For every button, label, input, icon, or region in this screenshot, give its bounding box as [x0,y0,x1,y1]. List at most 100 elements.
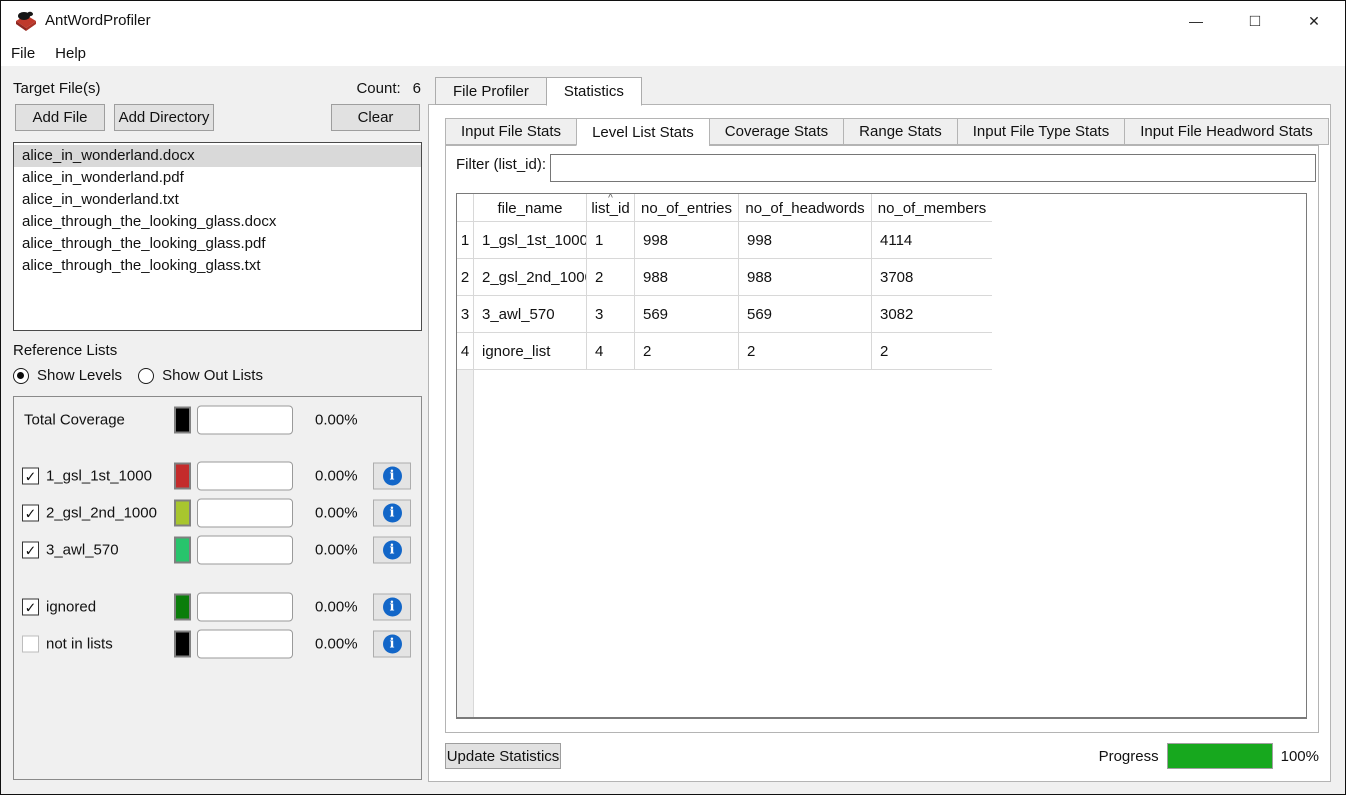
coverage-bar-field [197,499,293,528]
minimize-button[interactable]: — [1173,1,1219,41]
color-swatch[interactable] [174,500,191,527]
cell-file-name: ignore_list [474,333,587,370]
reference-lists-label: Reference Lists [13,342,117,359]
coverage-percent: 0.00% [315,412,358,429]
maximize-button[interactable]: □ [1232,1,1278,41]
cell-file-name: 3_awl_570 [474,296,587,333]
window-controls: — □ ✕ [1173,1,1337,41]
coverage-bar-field [197,593,293,622]
checkbox[interactable]: ✓ [22,542,39,559]
reference-list-label: not in lists [46,636,113,653]
row-number: 1 [457,222,474,259]
coverage-percent: 0.00% [315,636,358,653]
coverage-percent: 0.00% [315,599,358,616]
progress-label: Progress [1099,748,1159,765]
info-button[interactable]: i [373,631,411,658]
color-swatch[interactable] [174,631,191,658]
tab-statistics[interactable]: Statistics [546,77,642,106]
reference-list-label: ignored [46,599,96,616]
reference-lists-mode: Show Levels Show Out Lists [13,367,263,384]
count-label: Count: [356,80,400,97]
corner-cell [457,194,474,222]
check-icon: ✓ [25,543,37,557]
progress-percent: 100% [1281,748,1319,765]
subtab-level-list-stats[interactable]: Level List Stats [576,118,709,146]
add-directory-button[interactable]: Add Directory [114,104,214,131]
reference-list-label: 3_awl_570 [46,542,119,559]
column-header-no-of-members[interactable]: no_of_members [872,194,992,222]
menu-help[interactable]: Help [45,41,96,66]
table-row[interactable]: 1 1_gsl_1st_1000 1 998 998 4114 [457,222,1306,259]
column-header-no-of-entries[interactable]: no_of_entries [635,194,739,222]
stats-subtab-bar: Input File Stats Level List Stats Covera… [445,118,1329,146]
add-file-button[interactable]: Add File [15,104,105,131]
file-list-item[interactable]: alice_in_wonderland.pdf [14,167,421,189]
cell-no-of-entries: 2 [635,333,739,370]
subtab-input-file-headword-stats[interactable]: Input File Headword Stats [1124,118,1329,145]
update-statistics-button[interactable]: Update Statistics [445,743,561,769]
reference-list-row: ✓ 1_gsl_1st_1000 0.00% i [14,461,421,491]
coverage-percent: 0.00% [315,542,358,559]
radio-button-icon [138,368,154,384]
table-row[interactable]: 3 3_awl_570 3 569 569 3082 [457,296,1306,333]
file-list-item[interactable]: alice_through_the_looking_glass.docx [14,211,421,233]
file-list-item[interactable]: alice_through_the_looking_glass.pdf [14,233,421,255]
filter-input[interactable] [550,154,1316,182]
tab-file-profiler[interactable]: File Profiler [435,77,546,105]
subtab-coverage-stats[interactable]: Coverage Stats [709,118,843,145]
subtab-range-stats[interactable]: Range Stats [843,118,957,145]
menu-file[interactable]: File [1,41,45,66]
coverage-bar-field [197,462,293,491]
coverage-panel: Total Coverage 0.00% ✓ 1_gsl_1st_1000 0.… [13,396,422,780]
info-button[interactable]: i [373,463,411,490]
reference-list-label: 2_gsl_2nd_1000 [46,505,157,522]
progress-fill [1168,744,1272,768]
radio-show-out-lists[interactable]: Show Out Lists [138,367,263,384]
target-file-list[interactable]: alice_in_wonderland.docx alice_in_wonder… [13,142,422,331]
close-button[interactable]: ✕ [1291,1,1337,41]
checkbox[interactable]: ✓ [22,505,39,522]
color-swatch [174,407,191,434]
radio-show-out-lists-label: Show Out Lists [162,367,263,384]
info-icon: i [383,467,402,486]
cell-list-id: 1 [587,222,635,259]
info-button[interactable]: i [373,500,411,527]
target-files-header: Target File(s) Count: 6 [13,80,421,97]
column-header-no-of-headwords[interactable]: no_of_headwords [739,194,872,222]
file-list-item[interactable]: alice_through_the_looking_glass.txt [14,255,421,277]
cell-no-of-members: 3708 [872,259,992,296]
checkbox[interactable]: ✓ [22,636,39,653]
level-list-table[interactable]: file_name ^ list_id no_of_entries no_of_… [456,193,1307,719]
color-swatch[interactable] [174,594,191,621]
table-row[interactable]: 4 ignore_list 4 2 2 2 [457,333,1306,370]
coverage-bar-field [197,406,293,435]
clear-button[interactable]: Clear [331,104,420,131]
cell-file-name: 2_gsl_2nd_1000 [474,259,587,296]
checkbox[interactable]: ✓ [22,599,39,616]
info-button[interactable]: i [373,537,411,564]
coverage-percent: 0.00% [315,468,358,485]
radio-show-levels[interactable]: Show Levels [13,367,122,384]
table-row[interactable]: 2 2_gsl_2nd_1000 2 988 988 3708 [457,259,1306,296]
cell-no-of-members: 2 [872,333,992,370]
checkbox[interactable]: ✓ [22,468,39,485]
file-list-item[interactable]: alice_in_wonderland.docx [14,145,421,167]
reference-list-row: ✓ 2_gsl_2nd_1000 0.00% i [14,498,421,528]
level-list-stats-page: Filter (list_id): file_name ^ list_id no… [445,145,1319,733]
subtab-input-file-stats[interactable]: Input File Stats [445,118,576,145]
check-icon: ✓ [25,469,37,483]
total-coverage-label: Total Coverage [24,412,125,429]
cell-no-of-members: 4114 [872,222,992,259]
minimize-icon: — [1189,13,1203,29]
column-header-list-id[interactable]: ^ list_id [587,194,635,222]
column-header-file-name[interactable]: file_name [474,194,587,222]
color-swatch[interactable] [174,537,191,564]
cell-no-of-members: 3082 [872,296,992,333]
radio-show-levels-label: Show Levels [37,367,122,384]
filter-row: Filter (list_id): [456,156,546,173]
color-swatch[interactable] [174,463,191,490]
info-button[interactable]: i [373,594,411,621]
file-list-item[interactable]: alice_in_wonderland.txt [14,189,421,211]
subtab-input-file-type-stats[interactable]: Input File Type Stats [957,118,1124,145]
statistics-panel: Input File Stats Level List Stats Covera… [428,104,1331,782]
